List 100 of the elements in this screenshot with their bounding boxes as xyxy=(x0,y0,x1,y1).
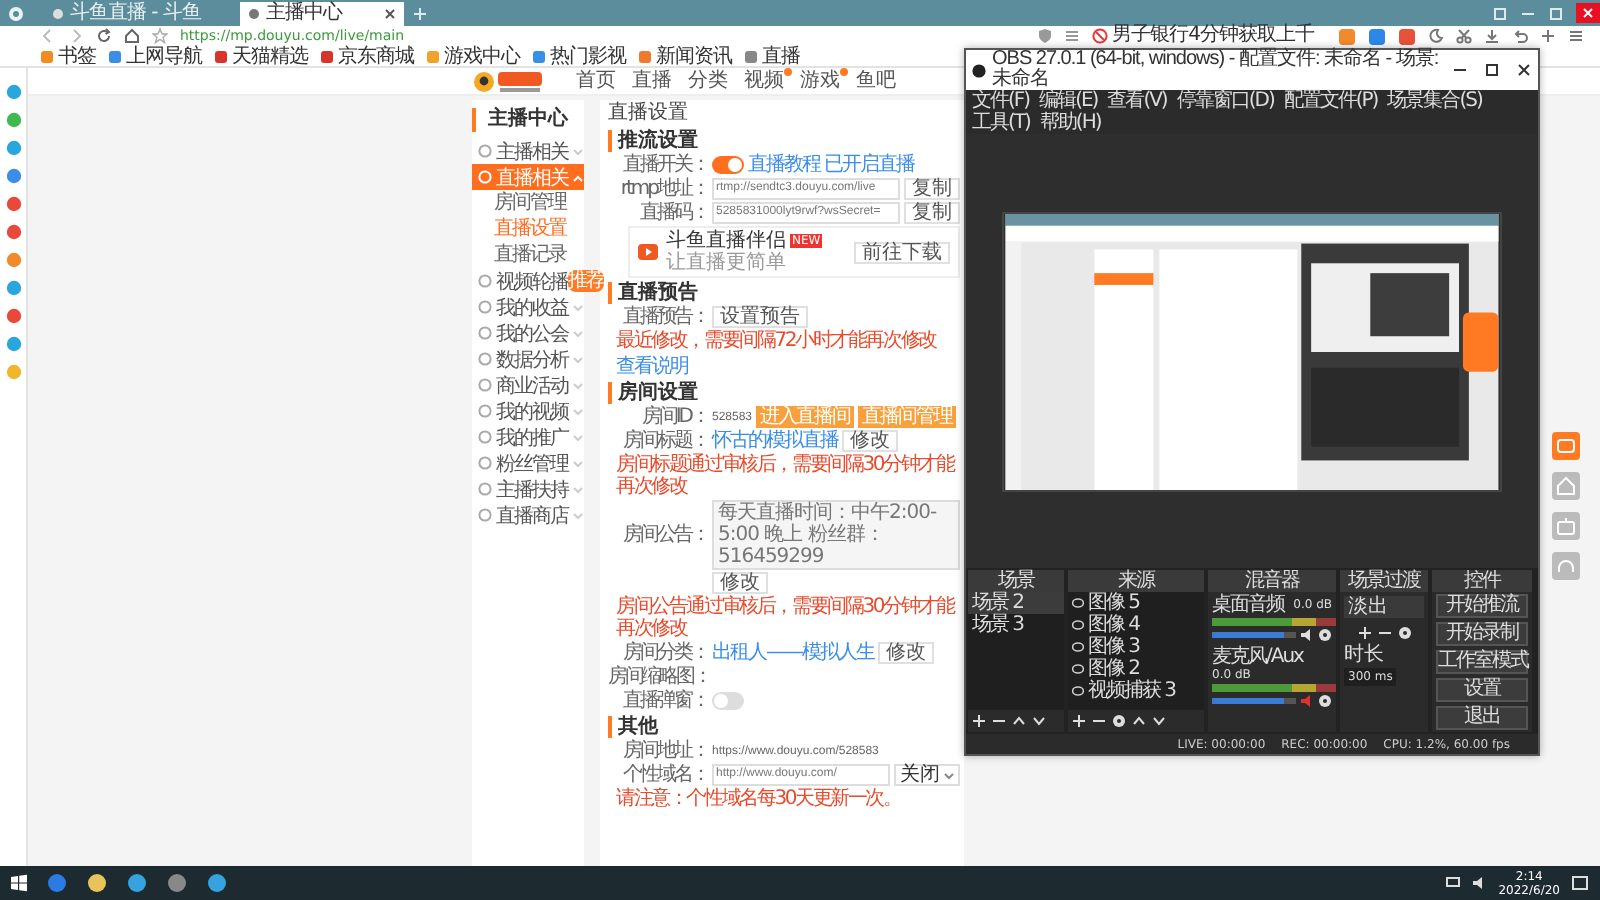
menu-item[interactable]: 停靠窗口(D) xyxy=(1176,90,1274,112)
moon-icon[interactable] xyxy=(1428,28,1444,44)
download-icon[interactable] xyxy=(1484,28,1500,44)
bookmark[interactable]: 游戏中心 xyxy=(426,45,520,67)
menu-item[interactable]: 我的视频 xyxy=(472,398,584,424)
nav-link[interactable]: 首页 xyxy=(576,69,616,93)
remove-icon[interactable] xyxy=(992,714,1006,728)
remove-icon[interactable] xyxy=(1377,626,1391,640)
list-item[interactable]: 视频捕获 3 xyxy=(1088,680,1176,702)
button[interactable]: 前往下载 xyxy=(854,241,950,263)
menu-item[interactable]: 主播扶持 xyxy=(472,476,584,502)
bookmark[interactable]: 上网导航 xyxy=(108,45,202,67)
button[interactable]: 复制 xyxy=(904,178,960,200)
settings-icon[interactable] xyxy=(1397,626,1411,640)
reload-icon[interactable] xyxy=(96,28,112,44)
button[interactable]: 设置预告 xyxy=(712,306,808,328)
bookmark[interactable]: 热门影视 xyxy=(532,45,626,67)
list-item[interactable]: 图像 5 xyxy=(1088,592,1140,614)
remove-icon[interactable] xyxy=(1092,714,1106,728)
button[interactable]: 工作室模式 xyxy=(1436,650,1528,674)
menu-item[interactable]: 场景集合(S) xyxy=(1387,90,1482,112)
nav-link[interactable]: 视频 xyxy=(744,69,784,93)
plus-icon[interactable] xyxy=(1540,28,1556,44)
menu-item[interactable]: 直播商店 xyxy=(472,502,584,528)
down-icon[interactable] xyxy=(1152,714,1166,728)
bookmark[interactable]: 天猫精选 xyxy=(214,45,308,67)
scissors-icon[interactable] xyxy=(1456,28,1472,44)
list-item[interactable]: 图像 2 xyxy=(1088,658,1140,680)
menu-item[interactable]: 我的推广 xyxy=(472,424,584,450)
button[interactable]: 退出 xyxy=(1436,706,1528,730)
chevron-down-icon xyxy=(572,355,584,363)
list-item[interactable]: 场景 3 xyxy=(968,614,1064,636)
maximize-icon[interactable] xyxy=(1484,62,1500,78)
list-icon[interactable] xyxy=(1064,28,1081,44)
field-label: 直播弹窗： xyxy=(621,690,708,712)
down-icon[interactable] xyxy=(1032,714,1046,728)
nav-link[interactable]: 分类 xyxy=(688,69,728,93)
bookmark[interactable]: 书签 xyxy=(40,45,96,67)
menu-item[interactable]: 粉丝管理 xyxy=(472,450,584,476)
menu-item[interactable]: 文件(F) xyxy=(972,90,1030,112)
star-icon[interactable] xyxy=(152,28,168,44)
submenu-item[interactable]: 房间管理 xyxy=(472,190,584,216)
menu-item[interactable]: 查看(V) xyxy=(1107,90,1167,112)
speaker-icon[interactable] xyxy=(1472,876,1487,890)
settings-icon[interactable] xyxy=(1112,714,1126,728)
submenu-item[interactable]: 直播记录 xyxy=(472,242,584,268)
app-icon[interactable] xyxy=(1398,27,1416,45)
field-label: 直播码： xyxy=(638,202,708,224)
new-tab-icon[interactable] xyxy=(414,7,426,19)
toggle-switch[interactable] xyxy=(712,156,744,174)
menu-item[interactable]: 帮助(H) xyxy=(1039,112,1101,134)
toggle-switch[interactable] xyxy=(712,692,744,710)
volume-slider[interactable] xyxy=(1212,632,1296,638)
button[interactable]: 设置 xyxy=(1436,678,1528,702)
button[interactable]: 修改 xyxy=(878,642,934,664)
add-icon[interactable] xyxy=(1072,714,1086,728)
button[interactable]: 开始录制 xyxy=(1436,622,1528,646)
menu-item[interactable]: 工具(T) xyxy=(972,112,1030,134)
close-icon[interactable] xyxy=(1516,62,1532,78)
home-icon[interactable] xyxy=(124,28,140,44)
menu-item[interactable]: 我的公会 xyxy=(472,320,584,346)
up-icon[interactable] xyxy=(1132,714,1146,728)
menu-item[interactable]: 我的收益 xyxy=(472,294,584,320)
menu-item[interactable]: 配置文件(P) xyxy=(1283,90,1378,112)
menu-item[interactable]: 编辑(E) xyxy=(1039,90,1098,112)
nav-link[interactable]: 游戏 xyxy=(800,69,840,93)
browser-tab[interactable]: 主播中心 xyxy=(240,2,404,26)
menu-item[interactable]: 商业活动 xyxy=(472,372,584,398)
add-icon[interactable] xyxy=(1357,626,1371,640)
bookmark[interactable]: 京东商城 xyxy=(320,45,414,67)
settings-icon[interactable] xyxy=(1318,694,1332,708)
dropdown[interactable]: 关闭 xyxy=(894,764,960,786)
list-item[interactable]: 场景 2 xyxy=(968,592,1064,614)
button[interactable]: 复制 xyxy=(904,202,960,224)
shield-icon[interactable] xyxy=(1038,28,1053,44)
list-item[interactable]: 图像 3 xyxy=(1088,636,1140,658)
undo-icon[interactable] xyxy=(1512,28,1528,44)
volume-slider[interactable] xyxy=(1212,698,1296,704)
button[interactable]: 修改 xyxy=(712,572,768,594)
menu-item[interactable]: 主播相关 xyxy=(472,138,584,164)
dropdown[interactable]: 淡出 xyxy=(1344,596,1424,618)
windows-icon[interactable] xyxy=(10,874,28,892)
button[interactable]: 开始推流 xyxy=(1436,594,1528,618)
add-icon[interactable] xyxy=(972,714,986,728)
panel-title: 主播中心 xyxy=(472,108,584,132)
menu-icon[interactable] xyxy=(1568,28,1584,44)
close-icon[interactable] xyxy=(384,8,396,20)
nav-link[interactable]: 直播 xyxy=(632,69,672,93)
speaker-icon[interactable] xyxy=(1300,628,1314,642)
bookmark[interactable]: 直播 xyxy=(744,45,800,67)
up-icon[interactable] xyxy=(1012,714,1026,728)
menu-item[interactable]: 数据分析 xyxy=(472,346,584,372)
bookmark[interactable]: 新闻资讯 xyxy=(638,45,732,67)
news-ticker[interactable]: 男子银行4分钟获取上千 xyxy=(1092,26,1314,46)
nav-link[interactable]: 鱼吧 xyxy=(856,69,896,93)
settings-icon[interactable] xyxy=(1318,628,1332,642)
input-field[interactable]: 每天直播时间：中午2:00-5:00 晚上 粉丝群：516459299 xyxy=(712,500,960,570)
button[interactable]: 修改 xyxy=(842,430,898,452)
list-item[interactable]: 图像 4 xyxy=(1088,614,1140,636)
restore-icon[interactable] xyxy=(1492,5,1508,21)
